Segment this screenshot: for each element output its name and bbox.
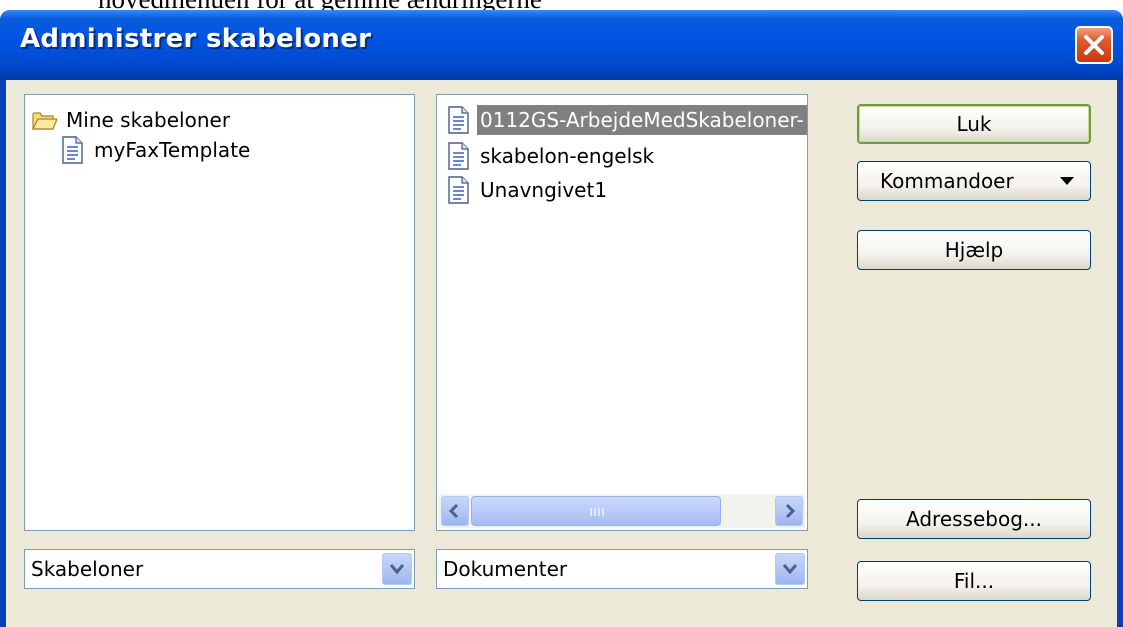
scrollbar-thumb[interactable]: [471, 496, 721, 526]
button-label: Luk: [956, 112, 992, 136]
manage-templates-dialog: Administrer skabeloner Mine skabeloner m…: [0, 10, 1123, 627]
category-combobox[interactable]: Skabeloner: [24, 549, 415, 589]
tree-item-label: Mine skabeloner: [66, 108, 231, 132]
source-combobox[interactable]: Dokumenter: [436, 549, 808, 589]
address-book-button[interactable]: Adressebog...: [857, 499, 1091, 539]
document-item-unavngivet1[interactable]: Unavngivet1: [445, 172, 610, 208]
combobox-value: Skabeloner: [31, 557, 144, 581]
grip-icon: [590, 508, 604, 516]
scroll-right-button[interactable]: [775, 496, 803, 526]
button-label: Kommandoer: [880, 169, 1014, 193]
document-icon: [62, 136, 83, 164]
button-label: Fil...: [953, 569, 995, 593]
folder-open-icon: [32, 112, 57, 130]
dropdown-button[interactable]: [382, 553, 412, 585]
document-item-0112gs[interactable]: 0112GS-ArbejdeMedSkabeloner-: [445, 102, 807, 138]
document-item-label: Unavngivet1: [480, 178, 608, 202]
scroll-left-button[interactable]: [441, 496, 469, 526]
window-title: Administrer skabeloner: [20, 24, 372, 54]
title-bar[interactable]: Administrer skabeloner: [0, 10, 1123, 80]
triangle-down-icon: [1060, 177, 1074, 185]
combobox-value: Dokumenter: [443, 557, 568, 581]
file-button[interactable]: Fil...: [857, 561, 1091, 601]
horizontal-scrollbar[interactable]: [439, 494, 805, 528]
close-window-button[interactable]: [1075, 26, 1113, 64]
chevron-down-icon: [783, 564, 797, 575]
tree-item-label: myFaxTemplate: [94, 138, 251, 162]
commands-button[interactable]: Kommandoer: [857, 161, 1091, 201]
chevron-left-icon: [448, 503, 459, 519]
document-item-label: 0112GS-ArbejdeMedSkabeloner-: [476, 104, 807, 136]
dialog-client-area: Mine skabeloner myFaxTemplate 0112GS-Arb…: [6, 80, 1117, 627]
button-label: Adressebog...: [906, 507, 1042, 531]
document-item-label: skabelon-engelsk: [480, 144, 655, 168]
document-icon: [448, 142, 469, 170]
chevron-down-icon: [390, 564, 404, 575]
dropdown-button[interactable]: [775, 553, 805, 585]
tree-item-myfaxtemplate[interactable]: myFaxTemplate: [59, 132, 253, 168]
close-button[interactable]: Luk: [857, 104, 1091, 144]
documents-panel[interactable]: 0112GS-ArbejdeMedSkabeloner- skabelon-en…: [436, 94, 808, 531]
document-item-skabelon-engelsk[interactable]: skabelon-engelsk: [445, 138, 657, 174]
categories-panel[interactable]: Mine skabeloner myFaxTemplate: [24, 94, 415, 531]
document-icon: [448, 106, 469, 134]
button-label: Hjælp: [944, 238, 1004, 262]
chevron-right-icon: [785, 503, 796, 519]
help-button[interactable]: Hjælp: [857, 230, 1091, 270]
document-icon: [448, 176, 469, 204]
close-icon: [1084, 35, 1104, 55]
